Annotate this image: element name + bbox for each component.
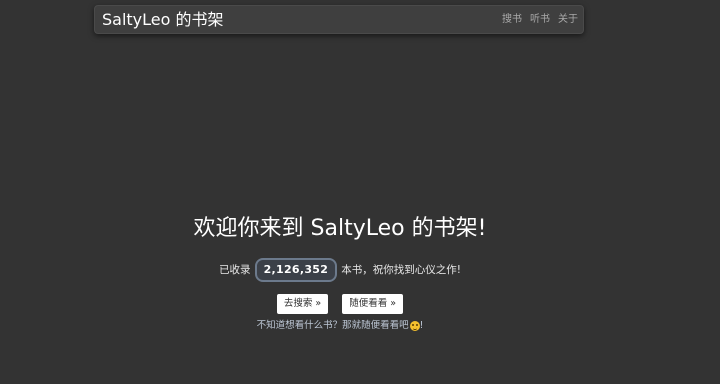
book-count-badge: 2,126,352 [254,258,338,282]
hero-section: 欢迎你来到 SaltyLeo 的书架! 已收录 2,126,352 本书，祝你找… [0,214,680,333]
brand-link[interactable]: SaltyLeo 的书架 [102,10,224,30]
hint-line: 不知道想看什么书？那就随便看看吧 ! [0,319,680,333]
hint-end: ! [419,320,424,331]
random-browse-button[interactable]: 随便看看 » [342,294,404,314]
count-prefix: 已收录 [219,264,251,276]
nav-link-search-books[interactable]: 搜书 [502,13,522,27]
action-buttons: 去搜索 » 随便看看 » [0,294,680,314]
book-count-line: 已收录 2,126,352 本书，祝你找到心仪之作! [0,258,680,282]
hero-title: 欢迎你来到 SaltyLeo 的书架! [193,216,487,241]
nav-links: 搜书 听书 关于 [502,13,578,27]
navbar: SaltyLeo 的书架 搜书 听书 关于 [94,5,584,34]
nav-link-about[interactable]: 关于 [558,13,578,27]
grinning-face-icon [409,321,420,331]
nav-link-audiobooks[interactable]: 听书 [530,13,550,27]
search-button[interactable]: 去搜索 » [276,294,329,314]
hint-text: 不知道想看什么书？那就随便看看吧 [256,320,409,331]
count-suffix: 本书，祝你找到心仪之作! [341,264,461,276]
